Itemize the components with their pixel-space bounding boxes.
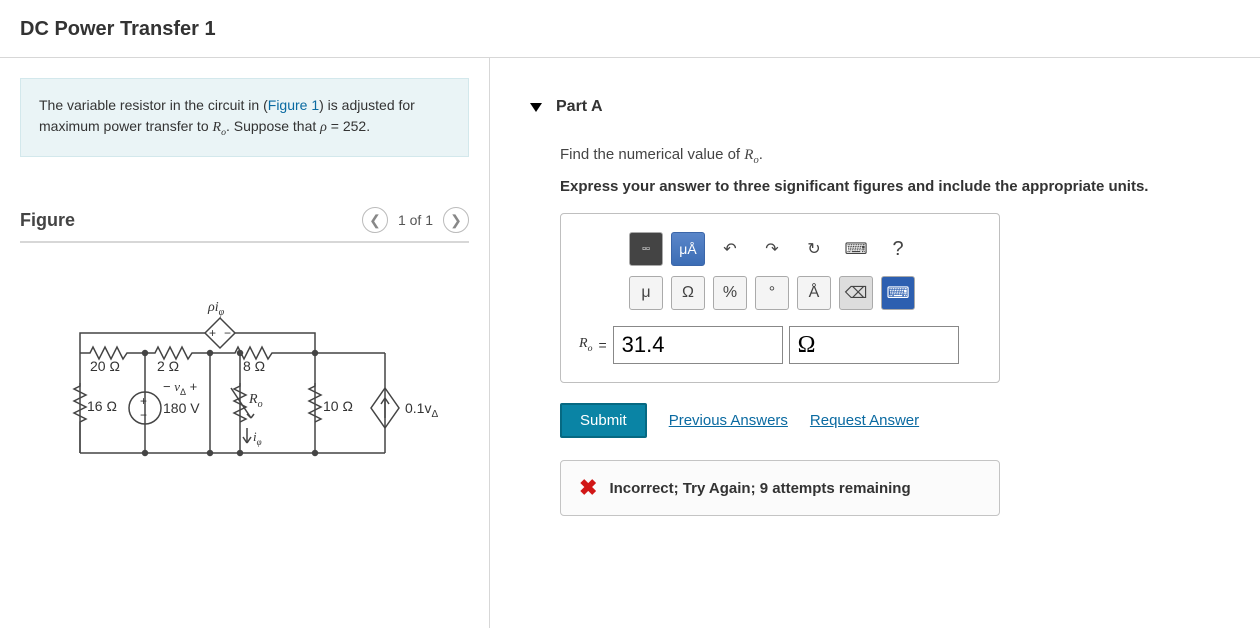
page-title: DC Power Transfer 1: [0, 0, 1260, 58]
problem-text-pre: The variable resistor in the circuit in …: [39, 97, 268, 113]
svg-text:−: −: [224, 326, 231, 340]
keyboard-button[interactable]: ⌨: [839, 232, 873, 266]
symbol-ro: Ro: [213, 120, 226, 135]
right-column: Part A Find the numerical value of Ro. E…: [490, 58, 1260, 628]
backspace-button[interactable]: ⌫: [839, 276, 873, 310]
figure-link[interactable]: Figure 1: [268, 97, 319, 113]
circuit-svg: ρiφ + − 20 Ω 2 Ω 8 Ω: [35, 293, 455, 513]
svg-text:0.1vΔ: 0.1vΔ: [405, 400, 438, 420]
answer-units-input[interactable]: Ω: [789, 326, 959, 364]
svg-text:180 V: 180 V: [163, 400, 200, 416]
request-answer-link[interactable]: Request Answer: [810, 412, 919, 429]
answer-box: ▫▫ μÅ ↶ ↷ ↻ ⌨ ? μ Ω % ° Å ⌫ ⌨: [560, 213, 1000, 383]
toolbar-second: μ Ω % ° Å ⌫ ⌨: [579, 276, 981, 310]
svg-text:20 Ω: 20 Ω: [90, 358, 120, 374]
svg-text:+: +: [209, 326, 216, 340]
incorrect-icon: ✖: [579, 475, 597, 501]
ohm-button[interactable]: Ω: [671, 276, 705, 310]
left-column: The variable resistor in the circuit in …: [0, 58, 490, 628]
svg-text:16 Ω: 16 Ω: [87, 398, 117, 414]
answer-value-input[interactable]: [613, 326, 783, 364]
problem-eq: = 252.: [327, 118, 370, 134]
svg-text:−: −: [140, 408, 147, 422]
circuit-figure: ρiφ + − 20 Ω 2 Ω 8 Ω: [20, 273, 469, 536]
figure-prev-button[interactable]: ❮: [362, 207, 388, 233]
main-content: The variable resistor in the circuit in …: [0, 58, 1260, 628]
svg-text:+: +: [140, 394, 147, 408]
help-button[interactable]: ?: [881, 232, 915, 266]
degree-button[interactable]: °: [755, 276, 789, 310]
percent-button[interactable]: %: [713, 276, 747, 310]
angstrom-button[interactable]: Å: [797, 276, 831, 310]
keyboard-toggle-button[interactable]: ⌨: [881, 276, 915, 310]
figure-nav: ❮ 1 of 1 ❯: [362, 207, 469, 233]
problem-text-post-b: . Suppose that: [226, 118, 320, 134]
svg-text:10 Ω: 10 Ω: [323, 398, 353, 414]
figure-header: Figure ❮ 1 of 1 ❯: [20, 207, 469, 243]
units-angstrom-button[interactable]: μÅ: [671, 232, 705, 266]
answer-equals: =: [598, 337, 606, 353]
part-title: Part A: [556, 98, 603, 116]
previous-answers-link[interactable]: Previous Answers: [669, 412, 788, 429]
svg-text:8 Ω: 8 Ω: [243, 358, 265, 374]
mu-button[interactable]: μ: [629, 276, 663, 310]
svg-text:Ro: Ro: [248, 392, 263, 410]
figure-next-button[interactable]: ❯: [443, 207, 469, 233]
templates-button[interactable]: ▫▫: [629, 232, 663, 266]
instruction-bold: Express your answer to three significant…: [560, 178, 1240, 195]
reset-button[interactable]: ↻: [797, 232, 831, 266]
toolbar-top: ▫▫ μÅ ↶ ↷ ↻ ⌨ ?: [579, 232, 981, 266]
feedback-box: ✖ Incorrect; Try Again; 9 attempts remai…: [560, 460, 1000, 516]
answer-label: Ro: [579, 336, 592, 354]
problem-statement: The variable resistor in the circuit in …: [20, 78, 469, 157]
collapse-caret-icon: [530, 103, 542, 112]
figure-title: Figure: [20, 210, 75, 231]
svg-text:ρiφ: ρiφ: [207, 300, 225, 318]
undo-button[interactable]: ↶: [713, 232, 747, 266]
submit-button[interactable]: Submit: [560, 403, 647, 438]
instruction-text: Find the numerical value of Ro.: [560, 146, 1240, 166]
svg-text:iφ: iφ: [253, 429, 262, 447]
answer-fields: Ro = Ω: [579, 326, 981, 364]
feedback-text: Incorrect; Try Again; 9 attempts remaini…: [609, 480, 910, 497]
svg-text:− vΔ +: − vΔ +: [163, 379, 197, 398]
part-header[interactable]: Part A: [530, 98, 1240, 116]
figure-nav-text: 1 of 1: [398, 212, 433, 228]
redo-button[interactable]: ↷: [755, 232, 789, 266]
symbol-rho: ρ: [320, 120, 327, 135]
svg-text:2 Ω: 2 Ω: [157, 358, 179, 374]
action-row: Submit Previous Answers Request Answer: [560, 403, 1240, 438]
